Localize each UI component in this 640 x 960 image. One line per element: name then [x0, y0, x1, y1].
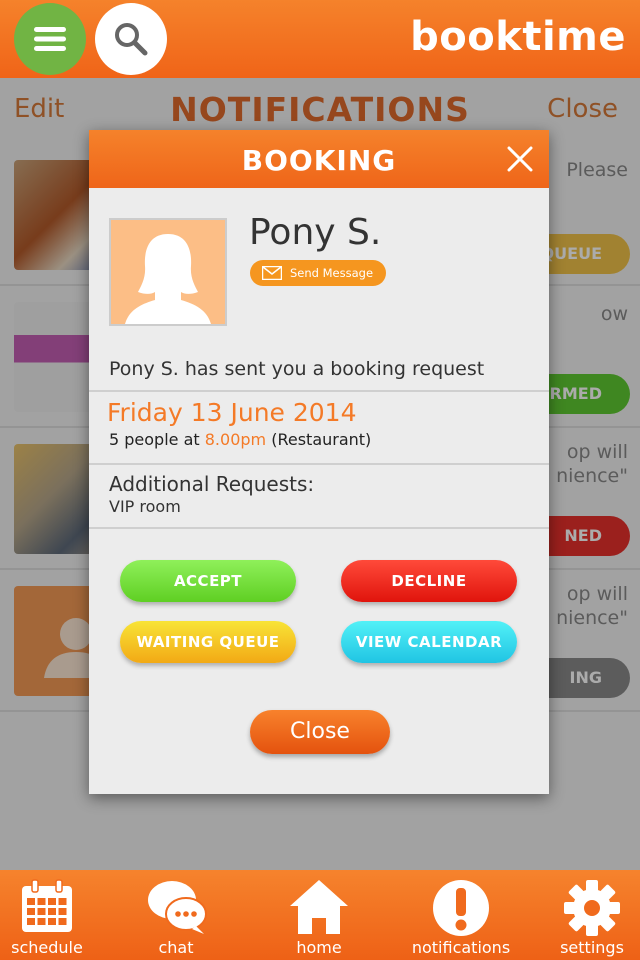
decline-button[interactable]: DECLINE — [341, 560, 517, 602]
nav-chat-label: chat — [158, 938, 194, 957]
close-button[interactable]: Close — [250, 710, 390, 754]
top-bar: booktime — [0, 0, 640, 78]
additional-requests-value: VIP room — [109, 497, 181, 516]
gear-icon — [564, 880, 620, 936]
waiting-queue-button[interactable]: WAITING QUEUE — [120, 621, 296, 663]
divider — [89, 527, 549, 529]
modal-title: BOOKING — [241, 144, 397, 177]
request-text: Pony S. has sent you a booking request — [109, 358, 485, 380]
people-count: 5 people at — [109, 430, 205, 449]
close-icon[interactable] — [505, 144, 535, 174]
search-button[interactable] — [95, 3, 167, 75]
booking-details: 5 people at 8.00pm (Restaurant) — [109, 430, 371, 449]
home-icon — [290, 880, 348, 934]
bottom-nav: schedule chat home notifications setting… — [0, 870, 640, 960]
alert-icon — [433, 880, 489, 936]
chat-icon — [148, 881, 207, 934]
send-message-label: Send Message — [290, 266, 374, 280]
nav-notifications-label: notifications — [411, 938, 511, 957]
hamburger-icon — [34, 27, 66, 51]
booking-time: 8.00pm — [204, 430, 267, 449]
nav-settings-label: settings — [560, 938, 624, 957]
view-calendar-button[interactable]: VIEW CALENDAR — [341, 621, 517, 663]
user-silhouette-icon — [125, 234, 211, 324]
nav-schedule-label: schedule — [11, 938, 83, 957]
avatar — [109, 218, 227, 326]
booking-venue: (Restaurant) — [271, 430, 372, 449]
search-icon — [115, 23, 148, 56]
divider — [89, 463, 549, 465]
brand-logo: booktime — [410, 14, 626, 60]
nav-schedule[interactable]: schedule — [0, 870, 94, 960]
nav-chat[interactable]: chat — [130, 870, 222, 960]
modal-header: BOOKING — [89, 130, 549, 188]
envelope-icon — [262, 266, 282, 280]
booking-date: Friday 13 June 2014 — [107, 398, 357, 427]
menu-button[interactable] — [14, 3, 86, 75]
divider — [89, 390, 549, 392]
nav-home-label: home — [296, 938, 342, 957]
calendar-icon — [22, 879, 72, 932]
additional-requests-label: Additional Requests: — [109, 472, 315, 496]
accept-button[interactable]: ACCEPT — [120, 560, 296, 602]
requester-name: Pony S. — [249, 212, 382, 253]
nav-home[interactable]: home — [272, 870, 366, 960]
booking-modal: BOOKING Pony S. Send Message Pony S. has… — [89, 130, 549, 794]
nav-settings[interactable]: settings — [548, 870, 636, 960]
send-message-button[interactable]: Send Message — [250, 260, 386, 286]
nav-notifications[interactable]: notifications — [406, 870, 516, 960]
